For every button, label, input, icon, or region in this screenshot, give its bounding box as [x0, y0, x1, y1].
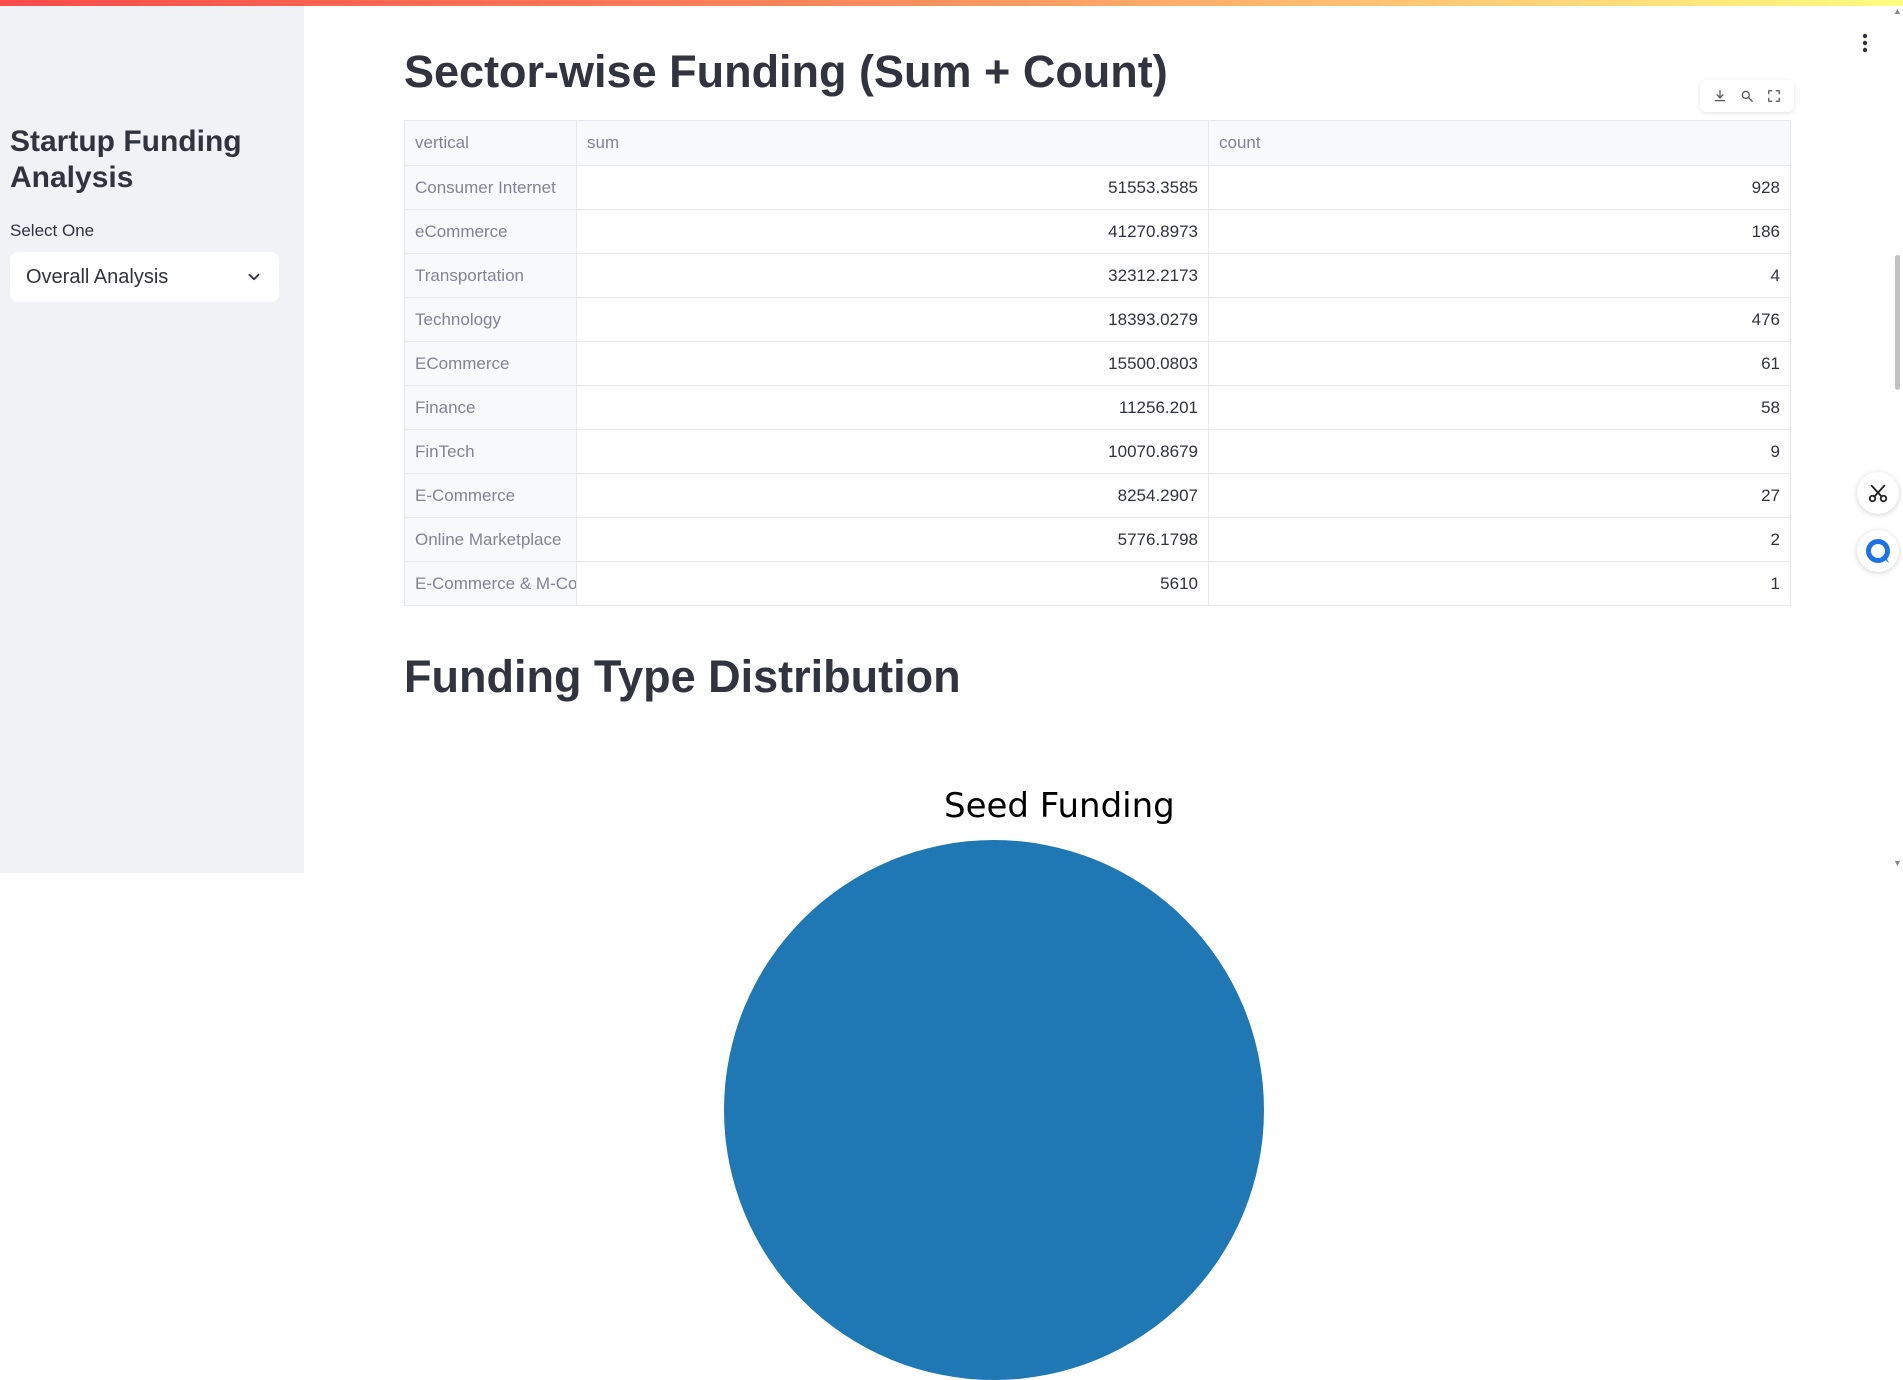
table-row[interactable]: Consumer Internet 51553.3585 928 — [404, 165, 1791, 210]
pie-slice — [724, 840, 1264, 1380]
table-header-row: vertical sum count — [404, 120, 1791, 166]
sum-cell[interactable]: 11256.201 — [576, 385, 1209, 430]
column-header-sum[interactable]: sum — [576, 120, 1209, 166]
search-icon[interactable] — [1737, 86, 1757, 106]
count-cell[interactable]: 4 — [1208, 253, 1791, 298]
table-row[interactable]: eCommerce 41270.8973 186 — [404, 209, 1791, 254]
top-decoration-stripe — [0, 0, 1903, 6]
count-cell[interactable]: 58 — [1208, 385, 1791, 430]
analysis-select[interactable]: Overall Analysis — [10, 252, 279, 302]
vertical-cell[interactable]: Finance — [404, 385, 577, 430]
column-header-count[interactable]: count — [1208, 120, 1791, 166]
count-cell[interactable]: 61 — [1208, 341, 1791, 386]
table-row[interactable]: E-Commerce 8254.2907 27 — [404, 473, 1791, 518]
sum-cell[interactable]: 18393.0279 — [576, 297, 1209, 342]
count-cell[interactable]: 27 — [1208, 473, 1791, 518]
fullscreen-icon[interactable] — [1764, 86, 1784, 106]
count-cell[interactable]: 186 — [1208, 209, 1791, 254]
sector-funding-table[interactable]: vertical sum count Consumer Internet 515… — [404, 120, 1791, 606]
chevron-down-icon — [248, 273, 260, 281]
sum-cell[interactable]: 10070.8679 — [576, 429, 1209, 474]
count-cell[interactable]: 476 — [1208, 297, 1791, 342]
select-label: Select One — [10, 221, 95, 240]
table-row[interactable]: Transportation 32312.2173 4 — [404, 253, 1791, 298]
page-title: Sector-wise Funding (Sum + Count) — [404, 46, 1168, 97]
scroll-down-arrow-icon[interactable]: ▼ — [1893, 858, 1902, 868]
vertical-cell[interactable]: E-Commerce & M-Commerce — [404, 561, 577, 606]
section-title: Funding Type Distribution — [404, 651, 961, 702]
main-content: Sector-wise Funding (Sum + Count) vertic… — [304, 0, 1903, 1380]
dataframe-toolbar — [1700, 80, 1794, 112]
table-row[interactable]: Technology 18393.0279 476 — [404, 297, 1791, 342]
table-row[interactable]: E-Commerce & M-Commerce 5610 1 — [404, 561, 1791, 606]
table-row[interactable]: Finance 11256.201 58 — [404, 385, 1791, 430]
sidebar-title: Startup Funding Analysis — [10, 125, 242, 194]
scissors-icon — [1868, 484, 1888, 503]
vertical-cell[interactable]: FinTech — [404, 429, 577, 474]
vertical-cell[interactable]: eCommerce — [404, 209, 577, 254]
count-cell[interactable]: 2 — [1208, 517, 1791, 562]
sum-cell[interactable]: 5776.1798 — [576, 517, 1209, 562]
sum-cell[interactable]: 5610 — [576, 561, 1209, 606]
vertical-cell[interactable]: Consumer Internet — [404, 165, 577, 210]
vertical-cell[interactable]: Transportation — [404, 253, 577, 298]
scrollbar-thumb[interactable] — [1895, 255, 1900, 390]
vertical-cell[interactable]: E-Commerce — [404, 473, 577, 518]
column-header-vertical[interactable]: vertical — [404, 120, 577, 166]
vertical-cell[interactable]: ECommerce — [404, 341, 577, 386]
vertical-cell[interactable]: Technology — [404, 297, 577, 342]
sum-cell[interactable]: 15500.0803 — [576, 341, 1209, 386]
sum-cell[interactable]: 41270.8973 — [576, 209, 1209, 254]
more-vertical-icon[interactable] — [1855, 32, 1875, 54]
analysis-select-value: Overall Analysis — [26, 265, 169, 288]
table-row[interactable]: ECommerce 15500.0803 61 — [404, 341, 1791, 386]
pie-chart-title: Seed Funding — [944, 786, 1175, 826]
count-cell[interactable]: 9 — [1208, 429, 1791, 474]
sum-cell[interactable]: 8254.2907 — [576, 473, 1209, 518]
chat-bubble-icon — [1866, 539, 1890, 563]
vertical-cell[interactable]: Online Marketplace — [404, 517, 577, 562]
count-cell[interactable]: 928 — [1208, 165, 1791, 210]
sum-cell[interactable]: 51553.3585 — [576, 165, 1209, 210]
download-icon[interactable] — [1710, 86, 1730, 106]
scroll-up-arrow-icon[interactable]: ▲ — [1893, 6, 1902, 16]
sidebar: Startup Funding Analysis Select One Over… — [0, 0, 304, 873]
table-row[interactable]: FinTech 10070.8679 9 — [404, 429, 1791, 474]
sum-cell[interactable]: 32312.2173 — [576, 253, 1209, 298]
vertical-scrollbar[interactable] — [1891, 0, 1903, 873]
table-row[interactable]: Online Marketplace 5776.1798 2 — [404, 517, 1791, 562]
count-cell[interactable]: 1 — [1208, 561, 1791, 606]
